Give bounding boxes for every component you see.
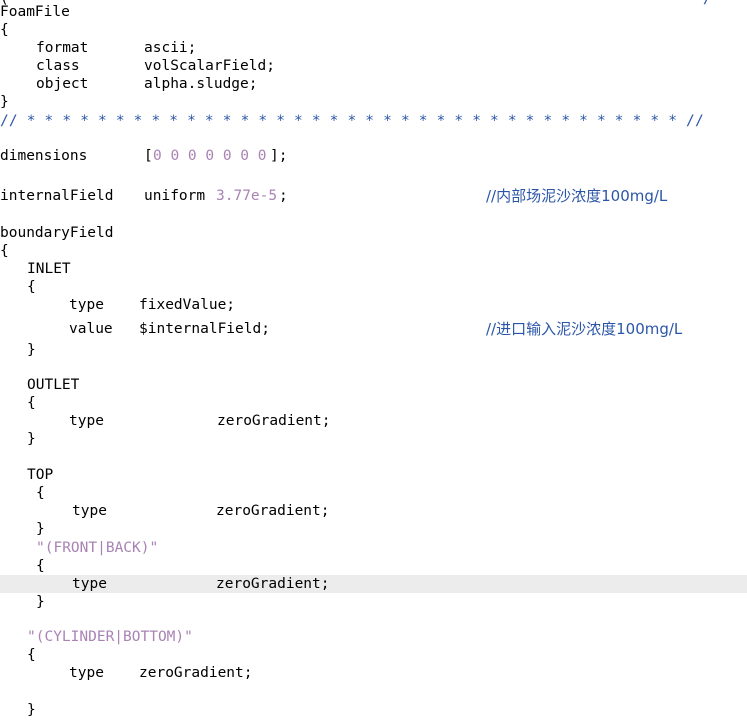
- dimensions-open: [: [144, 148, 153, 164]
- internalfield-comment: //内部场泥沙浓度100mg/L: [486, 187, 668, 205]
- patch-outlet-name: OUTLET: [27, 377, 80, 393]
- boundaryfield-open: {: [0, 243, 9, 259]
- patch-cylbottom-type-value: zeroGradient;: [139, 665, 253, 681]
- boundaryfield-key: boundaryField: [0, 225, 114, 241]
- patch-cylbottom-open: {: [27, 647, 36, 663]
- dimensions-values: 0 0 0 0 0 0 0: [153, 148, 267, 164]
- patch-outlet-type-value: zeroGradient;: [217, 413, 331, 429]
- code-line-fragment-right: /: [703, 0, 712, 8]
- header-key-class: class: [36, 58, 80, 74]
- dimensions-key: dimensions: [0, 148, 88, 164]
- patch-top-type-value: zeroGradient;: [216, 503, 330, 519]
- foamfile-keyword: FoamFile: [0, 4, 70, 20]
- patch-frontback-type-key: type: [72, 576, 107, 592]
- internalfield-kind: uniform: [144, 188, 206, 204]
- patch-inlet-value-comment: //进口输入泥沙浓度100mg/L: [486, 320, 683, 338]
- patch-frontback-type-value: zeroGradient;: [216, 576, 330, 592]
- patch-inlet-open: {: [27, 279, 36, 295]
- patch-frontback-name: "(FRONT|BACK)": [36, 540, 159, 556]
- brace-close: }: [0, 94, 9, 110]
- patch-top-type-key: type: [72, 503, 107, 519]
- patch-outlet-open: {: [27, 395, 36, 411]
- patch-outlet-type-key: type: [69, 413, 104, 429]
- code-editor[interactable]: ( / FoamFile { format ascii; class volSc…: [0, 0, 747, 725]
- patch-inlet-name: INLET: [27, 261, 71, 277]
- header-value-class: volScalarField;: [144, 58, 275, 74]
- patch-top-open: {: [36, 485, 45, 501]
- patch-frontback-close: }: [36, 594, 45, 610]
- patch-cylbottom-type-key: type: [69, 665, 104, 681]
- patch-inlet-type-value: fixedValue;: [139, 297, 236, 313]
- patch-inlet-type-key: type: [69, 297, 104, 313]
- patch-outlet-close: }: [27, 431, 36, 447]
- patch-cylbottom-name: "(CYLINDER|BOTTOM)": [27, 629, 193, 645]
- header-value-format: ascii;: [144, 40, 197, 56]
- patch-frontback-open: {: [36, 558, 45, 574]
- current-line-highlight: [0, 575, 747, 593]
- header-value-object: alpha.sludge;: [144, 76, 258, 92]
- patch-top-name: TOP: [27, 467, 54, 483]
- dimensions-close: ];: [270, 148, 288, 164]
- internalfield-terminator: ;: [279, 188, 288, 204]
- separator-comment: // * * * * * * * * * * * * * * * * * * *…: [0, 113, 704, 129]
- patch-inlet-close: }: [27, 342, 36, 358]
- header-key-object: object: [36, 76, 89, 92]
- internalfield-key: internalField: [0, 188, 114, 204]
- internalfield-value: 3.77e-5: [216, 188, 278, 204]
- patch-inlet-value-value: $internalField;: [139, 321, 270, 337]
- brace-open: {: [0, 22, 9, 38]
- header-key-format: format: [36, 40, 89, 56]
- patch-cylbottom-close: }: [27, 702, 36, 718]
- patch-inlet-value-key: value: [69, 321, 113, 337]
- patch-top-close: }: [36, 521, 45, 537]
